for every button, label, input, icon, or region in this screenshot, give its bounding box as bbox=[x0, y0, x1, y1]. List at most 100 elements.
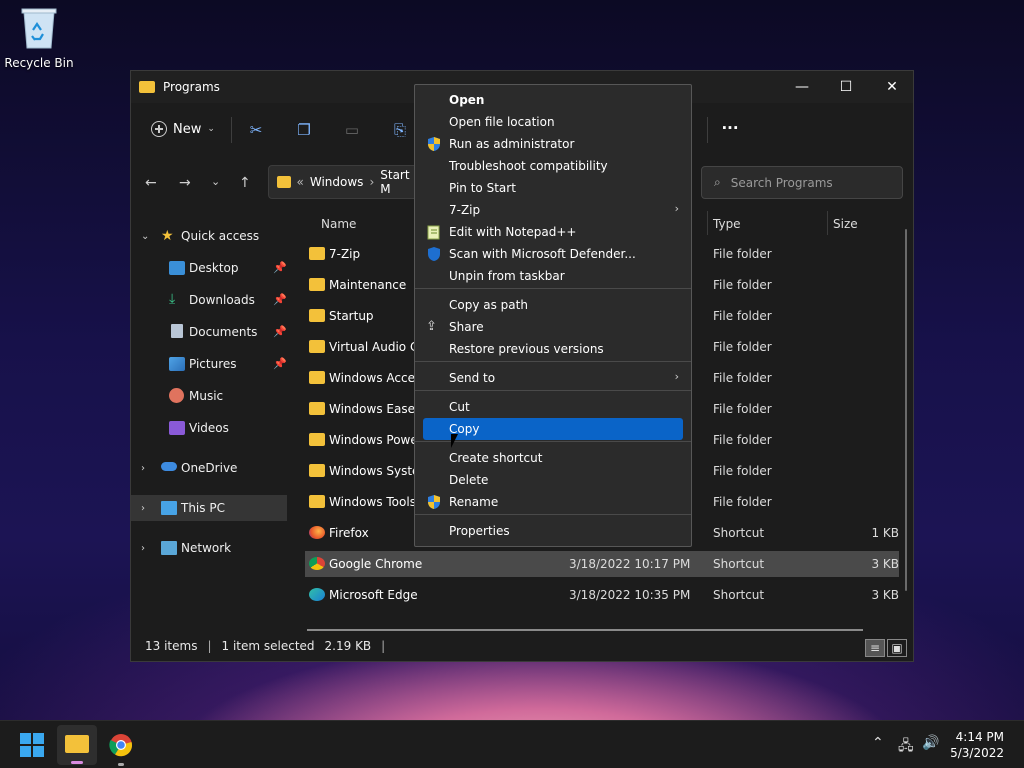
table-row[interactable]: Microsoft Edge 3/18/2022 10:35 PM Shortcut… bbox=[305, 582, 899, 608]
forward-button[interactable]: → bbox=[179, 175, 191, 191]
arrow-left-icon: ← bbox=[145, 175, 157, 191]
vertical-scrollbar[interactable] bbox=[905, 229, 907, 591]
navigation-pane: ⌄ ★ Quick access Desktop 📌 ⤓ Downloads 📌… bbox=[131, 211, 289, 631]
column-divider[interactable] bbox=[827, 211, 828, 235]
recycle-bin[interactable]: Recycle Bin bbox=[4, 6, 74, 70]
start-button[interactable] bbox=[20, 733, 44, 757]
menu-item-troubleshoot-compatibility[interactable]: Troubleshoot compatibility bbox=[415, 155, 691, 177]
pin-icon[interactable]: 📌 bbox=[273, 261, 287, 274]
folder-icon bbox=[309, 371, 325, 384]
breadcrumb-windows[interactable]: Windows bbox=[310, 175, 364, 189]
nav-item-documents[interactable]: Documents 📌 bbox=[131, 319, 287, 345]
file-type: File folder bbox=[713, 464, 772, 478]
document-icon bbox=[171, 324, 183, 338]
rename-button[interactable]: ⎘ bbox=[391, 121, 409, 139]
nav-this-pc[interactable]: › This PC bbox=[131, 495, 287, 521]
nav-item-desktop[interactable]: Desktop 📌 bbox=[131, 255, 287, 281]
column-type[interactable]: Type bbox=[713, 217, 741, 231]
nav-label: Pictures bbox=[189, 357, 237, 371]
recent-locations-button[interactable]: ⌄ bbox=[211, 175, 220, 188]
breadcrumb-separator: › bbox=[369, 175, 375, 189]
close-button[interactable]: ✕ bbox=[869, 71, 915, 103]
column-name[interactable]: Name bbox=[321, 217, 356, 231]
menu-item-create-shortcut[interactable]: Create shortcut bbox=[415, 447, 691, 469]
nav-label: Videos bbox=[189, 421, 229, 435]
status-bar: 13 items | 1 item selected 2.19 KB | ≡ ▣ bbox=[131, 631, 913, 661]
more-options-button[interactable]: ··· bbox=[721, 119, 739, 137]
tiles-view-button[interactable]: ▣ bbox=[887, 639, 907, 657]
volume-tray-icon[interactable]: 🔊 bbox=[922, 735, 939, 751]
chevron-right-icon: › bbox=[141, 502, 145, 514]
menu-item-scan-with-microsoft-defender[interactable]: Scan with Microsoft Defender... bbox=[415, 243, 691, 265]
nav-onedrive[interactable]: › OneDrive bbox=[131, 455, 287, 481]
menu-item-rename[interactable]: Rename bbox=[415, 491, 691, 513]
nav-network[interactable]: › Network bbox=[131, 535, 287, 561]
new-button[interactable]: New ⌄ bbox=[151, 121, 215, 137]
view-toggle: ≡ ▣ bbox=[865, 639, 907, 657]
show-hidden-icons-button[interactable]: ⌃ bbox=[872, 735, 884, 751]
file-size: 3 KB bbox=[871, 557, 899, 571]
menu-item-send-to[interactable]: Send to › bbox=[415, 367, 691, 389]
menu-item-copy-as-path[interactable]: Copy as path bbox=[415, 294, 691, 316]
pin-icon[interactable]: 📌 bbox=[273, 357, 287, 370]
music-icon bbox=[169, 388, 184, 403]
menu-item-unpin-from-taskbar[interactable]: Unpin from taskbar bbox=[415, 265, 691, 287]
menu-item-pin-to-start[interactable]: Pin to Start bbox=[415, 177, 691, 199]
file-name: Microsoft Edge bbox=[329, 588, 418, 602]
minimize-button[interactable]: — bbox=[779, 71, 825, 103]
taskbar-chrome[interactable] bbox=[109, 733, 133, 766]
menu-item-label: Scan with Microsoft Defender... bbox=[449, 247, 636, 261]
menu-item-label: Properties bbox=[449, 524, 510, 538]
menu-item-7-zip[interactable]: 7-Zip › bbox=[415, 199, 691, 221]
menu-item-share[interactable]: ⇪ Share bbox=[415, 316, 691, 338]
menu-item-label: Open bbox=[449, 93, 485, 107]
menu-item-restore-previous-versions[interactable]: Restore previous versions bbox=[415, 338, 691, 360]
chevron-down-icon: ⌄ bbox=[207, 124, 215, 134]
back-button[interactable]: ← bbox=[145, 175, 157, 191]
menu-item-delete[interactable]: Delete bbox=[415, 469, 691, 491]
address-bar[interactable]: « Windows › Start M bbox=[268, 165, 418, 199]
file-type: File folder bbox=[713, 495, 772, 509]
nav-quick-access[interactable]: ⌄ ★ Quick access bbox=[131, 223, 287, 249]
menu-item-cut[interactable]: Cut bbox=[415, 396, 691, 418]
cut-button[interactable]: ✂ bbox=[247, 121, 265, 139]
pin-icon[interactable]: 📌 bbox=[273, 325, 287, 338]
file-type: File folder bbox=[713, 371, 772, 385]
menu-item-open[interactable]: Open bbox=[415, 89, 691, 111]
clock[interactable]: 4:14 PM 5/3/2022 bbox=[950, 729, 1004, 761]
nav-item-downloads[interactable]: ⤓ Downloads 📌 bbox=[131, 287, 287, 313]
nav-item-videos[interactable]: Videos bbox=[131, 415, 287, 441]
table-row[interactable]: Google Chrome 3/18/2022 10:17 PM Shortcut 3… bbox=[305, 551, 899, 577]
arrow-right-icon: → bbox=[179, 175, 191, 191]
copy-icon: ❐ bbox=[297, 121, 311, 139]
network-tray-icon[interactable]: 🖧 bbox=[898, 735, 914, 759]
menu-item-copy[interactable]: Copy bbox=[423, 418, 683, 440]
copy-button[interactable]: ❐ bbox=[295, 121, 313, 139]
paste-button[interactable]: ▭ bbox=[343, 121, 361, 139]
file-type: File folder bbox=[713, 340, 772, 354]
menu-item-edit-with-notepad[interactable]: Edit with Notepad++ bbox=[415, 221, 691, 243]
running-indicator bbox=[118, 763, 124, 766]
nav-label: This PC bbox=[181, 501, 225, 515]
details-view-button[interactable]: ≡ bbox=[865, 639, 885, 657]
up-button[interactable]: ↑ bbox=[239, 175, 251, 191]
column-divider[interactable] bbox=[707, 211, 708, 235]
taskbar-file-explorer[interactable] bbox=[57, 725, 97, 765]
menu-item-properties[interactable]: Properties bbox=[415, 520, 691, 542]
taskbar: ⌃ 🖧 🔊 4:14 PM 5/3/2022 bbox=[0, 720, 1024, 768]
maximize-button[interactable]: ☐ bbox=[823, 71, 869, 103]
column-size[interactable]: Size bbox=[833, 217, 858, 231]
menu-item-run-as-administrator[interactable]: Run as administrator bbox=[415, 133, 691, 155]
nav-item-music[interactable]: Music bbox=[131, 383, 287, 409]
chevron-right-icon: › bbox=[141, 462, 145, 474]
pin-icon[interactable]: 📌 bbox=[273, 293, 287, 306]
search-box[interactable]: ⌕ Search Programs bbox=[701, 166, 903, 199]
menu-item-open-file-location[interactable]: Open file location bbox=[415, 111, 691, 133]
breadcrumb-start-menu[interactable]: Start M bbox=[380, 168, 417, 196]
breadcrumb-overflow[interactable]: « bbox=[297, 175, 304, 189]
file-type: File folder bbox=[713, 247, 772, 261]
nav-item-pictures[interactable]: Pictures 📌 bbox=[131, 351, 287, 377]
menu-separator bbox=[415, 361, 691, 362]
divider bbox=[707, 117, 708, 143]
file-size: 1 KB bbox=[871, 526, 899, 540]
